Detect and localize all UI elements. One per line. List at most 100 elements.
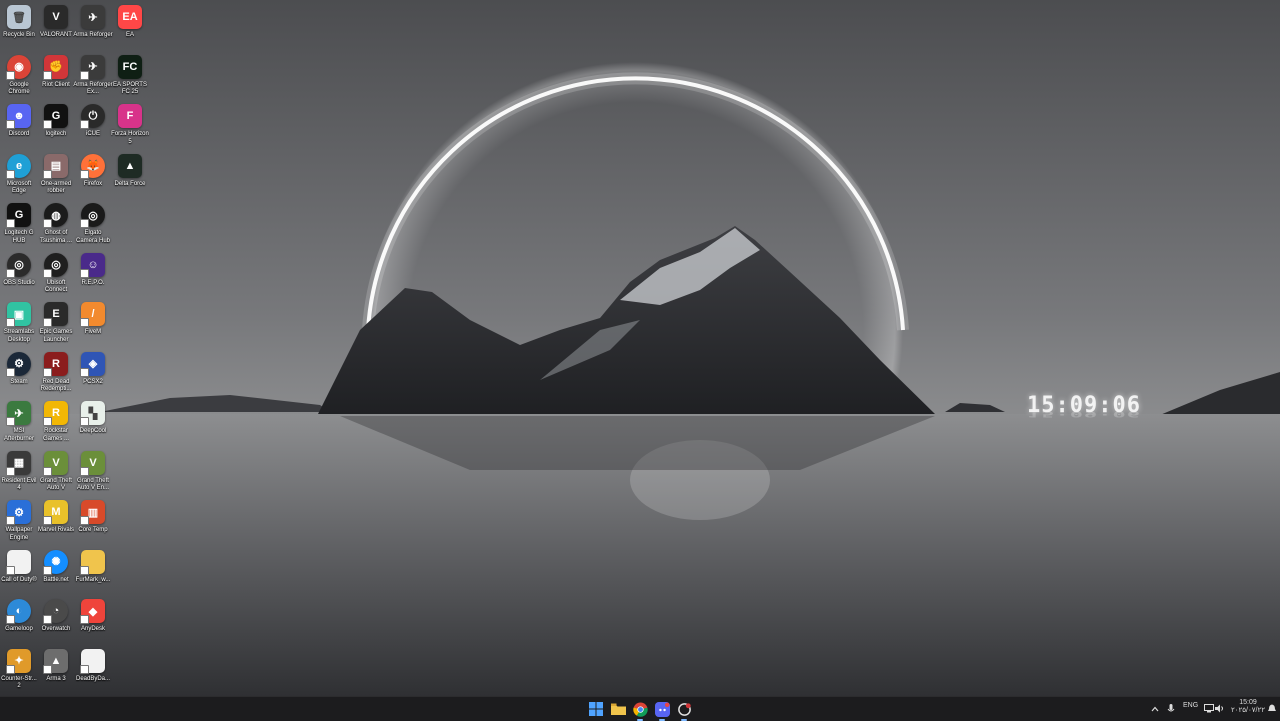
shortcut-arrow-icon [6,169,15,179]
shortcut-arrow-icon [43,466,52,476]
desktop-icon-label: Arma Reforger [73,32,113,38]
desktop-icon[interactable]: V Grand Theft Auto V En... [74,449,112,497]
desktop-icon[interactable]: ⚙ Wallpaper Engine [0,498,38,546]
shortcut-arrow-icon [80,417,89,426]
desktop-icon[interactable]: M Marvel Rivals [37,498,75,546]
desktop-icon[interactable]: ▦ Resident Evil 4 [0,449,38,497]
desktop-icon[interactable]: ▣ Streamlabs Desktop [0,300,38,348]
desktop-icon[interactable]: ✊ Riot Client [37,53,75,101]
desktop-icon[interactable]: G Logitech G HUB [0,201,38,249]
desktop-icon-label: VALORANT [40,32,72,38]
desktop-icon[interactable]: ✺ Battle.net [37,548,75,596]
desktop-icon[interactable]: ✈ Arma Reforger [73,3,113,51]
desktop-icon[interactable]: e Microsoft Edge [0,152,38,200]
desktop-icon[interactable]: ◈ PCSX2 [74,350,112,398]
desktop-icon[interactable]: / FiveM [74,300,112,348]
chrome-icon: ◉ [6,54,31,80]
shortcut-arrow-icon [6,367,15,377]
desktop-icon[interactable]: ▥ Core Temp [74,498,112,546]
desktop-icon-label: Overwatch [41,626,71,632]
desktop-icon[interactable]: ◍ Ghost of Tsushima ... [37,201,75,249]
microphone-tray-button[interactable] [1165,703,1176,714]
riot-client-icon: ✊ [43,54,68,80]
arma-reforger-icon: ✈ [80,54,105,80]
desktop-icon[interactable]: V Grand Theft Auto V [37,449,75,497]
shortcut-arrow-icon [43,516,52,525]
desktop-icon[interactable]: ▲ Delta Force [111,152,149,200]
core-temp-icon: ▥ [80,500,105,525]
desktop-icon[interactable]: E Epic Games Launcher [37,300,75,348]
desktop-icon-label: Firefox [83,180,103,187]
shortcut-arrow-icon [80,169,89,179]
anydesk-icon: ◆ [80,599,105,624]
desktop-icon[interactable]: ◐ Gameloop [0,597,38,645]
file-icon [80,648,105,674]
logitech-icon: G [43,104,68,129]
desktop-icon[interactable]: ▤ One-armed robber [37,152,75,200]
pcsx2-icon: ◈ [80,351,105,377]
desktop-icon[interactable]: ⏻ iCUE [74,102,112,150]
desktop-icon[interactable]: ▚ DeepCool [74,399,112,447]
rockstar-icon: R [43,401,68,426]
desktop-icon[interactable]: ✈ MSI Afterburner [0,399,38,447]
desktop-icon[interactable]: FurMark_w... [74,548,112,596]
start-button[interactable] [588,701,604,717]
tray-clock[interactable]: 15:09 ۲۰۲۵/۰۷/۲۲ [1231,699,1265,715]
chrome-taskbar-button[interactable] [632,701,648,721]
desktop-icon[interactable]: DeadByDa... [74,647,112,695]
desktop-icon[interactable]: FC EA SPORTS FC 25 [111,53,149,101]
desktop-icon[interactable]: ✈ Arma Reforger Ex... [73,53,113,101]
desktop-icon[interactable]: Call of Duty® [0,548,38,596]
desktop-icon[interactable]: ⚙ Steam [0,350,38,398]
desktop-icon-label: Google Chrome [8,81,30,96]
file-icon [6,549,31,575]
riot-taskbar-button[interactable] [676,701,692,721]
show-hidden-icons-button[interactable] [1149,703,1160,714]
shortcut-arrow-icon [80,219,89,228]
shortcut-arrow-icon [80,664,89,674]
desktop-icon[interactable]: ◎ Ubisoft Connect [37,251,75,299]
bell-icon [1267,704,1276,711]
desktop-icon[interactable]: ◉ Google Chrome [0,53,38,101]
volume-tray-button[interactable] [1214,703,1225,714]
desktop-icon[interactable]: ◔ Overwatch [37,597,75,645]
file-explorer-button[interactable] [610,701,626,717]
desktop-icon[interactable]: 🗑 Recycle Bin [0,3,38,51]
desktop-icon-label: DeadByDa... [75,675,111,682]
chrome-icon [632,701,648,717]
microphone-icon [1167,703,1174,711]
shortcut-arrow-icon [6,565,15,575]
desktop-icon-label: Rockstar Games ... [42,428,69,442]
gta-v-icon: V [80,450,105,476]
desktop-icon[interactable]: F Forza Horizon 5 [111,102,149,150]
desktop-icon[interactable]: ☺ R.E.P.O. [74,251,112,299]
notifications-button[interactable] [1266,703,1277,714]
desktop-icon[interactable]: V VALORANT [37,3,75,51]
desktop-icon-label: Elgato Camera Hub [75,230,110,244]
desktop-icon-label: Wallpaper Engine [5,527,33,541]
desktop-icon[interactable]: ◎ Elgato Camera Hub [74,201,112,249]
desktop-icon-label: Delta Force [114,180,146,187]
desktop-icon[interactable]: ☻ Discord [0,102,38,150]
desktop-icon[interactable]: ✦ Counter-Str... 2 [0,647,38,695]
shortcut-arrow-icon [6,268,15,278]
desktop-icon[interactable]: R Rockstar Games ... [37,399,75,447]
logitech-g-icon: G [6,203,31,228]
desktop-icon[interactable]: Glogitech [37,102,75,150]
desktop-icon[interactable]: 🦊 Firefox [74,152,112,200]
network-tray-button[interactable] [1203,703,1214,714]
repo-icon: ☺ [80,252,105,278]
desktop-icon[interactable]: ◆ AnyDesk [74,597,112,645]
desktop-icon-label: Riot Client [42,81,70,88]
desktop-icon[interactable]: ▲ Arma 3 [37,647,75,695]
desktop-icon-label: Arma Reforger Ex... [73,81,113,96]
desktop-icon-label: Streamlabs Desktop [3,329,35,343]
discord-taskbar-button[interactable] [654,701,670,721]
desktop-icon[interactable]: ◎ OBS Studio [0,251,38,299]
desktop-icon-label: DeepCool [79,428,107,434]
overwatch-icon: ◔ [43,599,68,624]
desktop-icon[interactable]: EA EA [111,3,149,51]
wallpaper-engine-icon: ⚙ [6,500,31,525]
language-indicator[interactable]: ENG [1183,702,1198,709]
desktop-icon[interactable]: R Red Dead Redempti... [37,350,75,398]
